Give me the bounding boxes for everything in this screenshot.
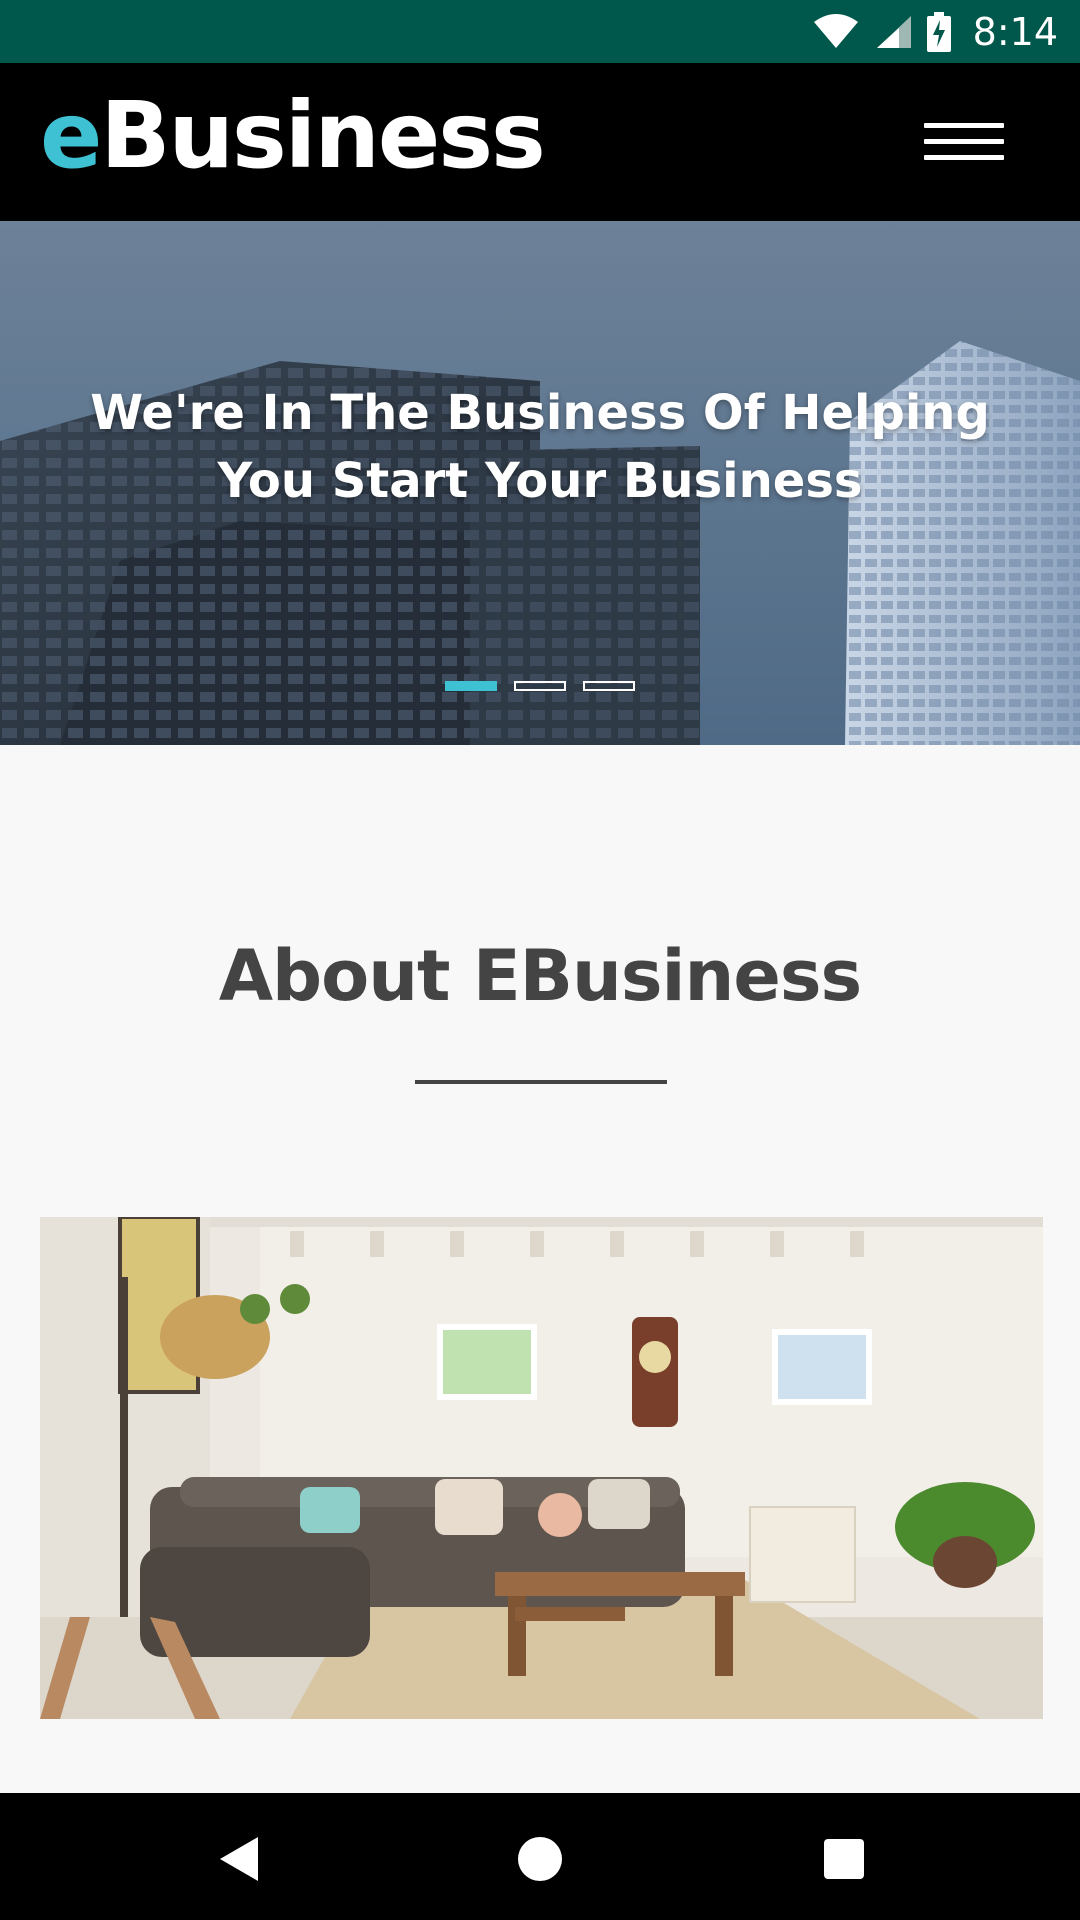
battery-charging-icon <box>926 11 951 52</box>
back-icon[interactable] <box>210 1829 270 1889</box>
about-divider <box>415 1080 667 1084</box>
hamburger-menu-icon[interactable] <box>924 119 1004 163</box>
hero-slider[interactable]: We're In The Business Of Helping You Sta… <box>0 221 1080 745</box>
brand-accent-letter: e <box>40 82 102 189</box>
app-header: eBusiness <box>0 63 1080 221</box>
hero-title: We're In The Business Of Helping You Sta… <box>90 385 990 509</box>
recents-icon[interactable] <box>814 1829 874 1889</box>
cell-signal-icon <box>876 15 911 48</box>
status-bar: 8:14 <box>0 0 1080 63</box>
about-title: About EBusiness <box>218 935 862 1017</box>
home-icon[interactable] <box>510 1829 570 1889</box>
slide-indicator-1[interactable] <box>445 681 497 691</box>
slider-indicators <box>0 681 1080 691</box>
slide-indicator-2[interactable] <box>514 681 566 691</box>
slide-indicator-3[interactable] <box>583 681 635 691</box>
brand-logo[interactable]: eBusiness <box>40 81 546 191</box>
brand-name: Business <box>100 82 545 189</box>
system-navigation-bar <box>0 1793 1080 1920</box>
status-icons: 8:14 <box>813 0 1058 63</box>
living-room-photo <box>40 1217 1043 1719</box>
wifi-icon <box>813 13 858 48</box>
status-time: 8:14 <box>972 9 1058 54</box>
